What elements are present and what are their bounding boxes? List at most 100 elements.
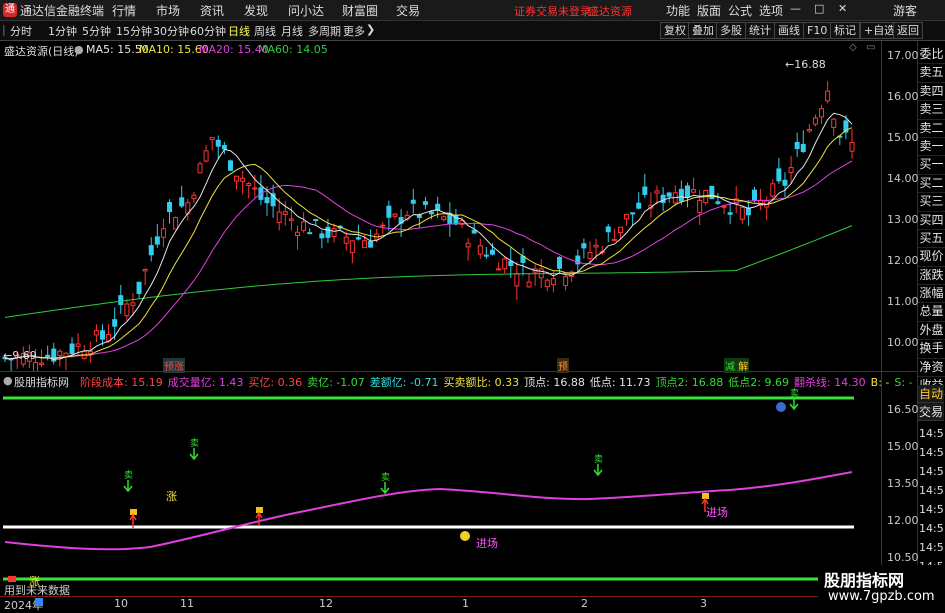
mark-button[interactable]: 标记 — [830, 22, 860, 39]
side-tab-item[interactable]: 换手 — [918, 340, 945, 359]
side-tab-item[interactable]: 涨跌 — [918, 267, 945, 286]
tab-multi-period[interactable]: 多周期 — [308, 23, 341, 39]
y-tick-16: 16.00 — [887, 90, 919, 103]
event-marker-2[interactable]: 预 — [557, 358, 569, 373]
menu-wealth[interactable]: 财富圈 — [342, 2, 378, 19]
candle-body — [160, 228, 166, 238]
sad-face-icon — [776, 402, 786, 412]
candle-body — [307, 232, 313, 235]
tab-30min[interactable]: 30分钟 — [153, 23, 189, 39]
candle-body — [368, 241, 374, 248]
candle-body — [179, 197, 185, 207]
event-marker-3[interactable]: 减 解 — [724, 358, 750, 373]
candle-body — [617, 226, 623, 234]
candle-body — [154, 236, 160, 245]
candle-body — [87, 350, 93, 354]
tick-time-item: 14:5 — [919, 446, 944, 459]
tab-15min[interactable]: 15分钟 — [116, 23, 152, 39]
tab-1min[interactable]: 1分钟 — [48, 23, 77, 39]
menu-news[interactable]: 资讯 — [200, 2, 224, 19]
menu-market[interactable]: 市场 — [156, 2, 180, 19]
candle-body — [550, 278, 556, 286]
maximize-button[interactable]: □ — [814, 2, 824, 15]
side-tab-item[interactable]: 现价 — [918, 248, 945, 267]
side-tab-item[interactable]: 净资 — [918, 359, 945, 378]
candle-body — [392, 213, 398, 217]
menu-discover[interactable]: 发现 — [244, 2, 268, 19]
x-label-1: 1 — [462, 597, 469, 610]
up-arrow-icon — [255, 511, 263, 526]
candle-body — [118, 295, 124, 306]
candle-body — [99, 330, 105, 340]
menu-ask[interactable]: 问小达 — [288, 2, 324, 19]
side-tab-item[interactable]: 买三 — [918, 193, 945, 212]
tick-time-item: 14:5 — [919, 465, 944, 478]
side-tab-item[interactable]: 买二 — [918, 175, 945, 194]
menu-function[interactable]: 功能 — [666, 2, 690, 19]
side-tab-item[interactable]: 涨幅 — [918, 285, 945, 304]
candle-body — [75, 343, 81, 347]
side-tab-item[interactable]: 卖四 — [918, 83, 945, 102]
close-button[interactable]: ✕ — [838, 2, 847, 15]
down-arrow-icon — [123, 480, 133, 493]
candle-body — [264, 197, 270, 204]
draw-line-button[interactable]: 画线 — [774, 22, 804, 39]
smile-face-icon — [460, 531, 470, 541]
candle-body — [636, 202, 642, 209]
indicator-chart[interactable]: 卖卖卖卖卖 — [0, 372, 882, 596]
minimize-button[interactable]: — — [790, 2, 801, 15]
side-tab-item[interactable]: 卖一 — [918, 138, 945, 157]
menu-options[interactable]: 选项 — [759, 2, 783, 19]
side-tab-trade[interactable]: 交易 — [918, 403, 944, 421]
title-bar: 通 通达信金融终端 行情 市场 资讯 发现 问小达 财富圈 交易 证券交易未登录… — [0, 0, 945, 21]
tab-60min[interactable]: 60分钟 — [190, 23, 226, 39]
tab-weekly[interactable]: 周线 — [254, 23, 276, 39]
side-tab-item[interactable]: 买四 — [918, 212, 945, 230]
menu-layout[interactable]: 版面 — [697, 2, 721, 19]
tab-more[interactable]: 更多 — [343, 23, 365, 39]
side-tab-item[interactable]: 卖二 — [918, 120, 945, 138]
menu-quotes[interactable]: 行情 — [112, 2, 136, 19]
tab-5min[interactable]: 5分钟 — [82, 23, 111, 39]
candle-body — [788, 167, 794, 174]
back-button[interactable]: 返回 — [893, 22, 923, 39]
tab-monthly[interactable]: 月线 — [281, 23, 303, 39]
restore-rights-button[interactable]: 复权 — [660, 22, 690, 39]
candle-body — [660, 194, 666, 204]
statistics-button[interactable]: 统计 — [745, 22, 775, 39]
watermark-badge: 股朋指标网 www.7gpzb.com — [818, 565, 945, 609]
future-data-note: 用到未来数据 — [4, 584, 70, 597]
more-chevron-icon[interactable]: ❯ — [366, 23, 375, 36]
event-marker-1[interactable]: 预涨 — [163, 358, 185, 373]
guest-label[interactable]: 游客 — [893, 2, 917, 19]
menu-formula[interactable]: 公式 — [728, 2, 752, 19]
side-tab-item[interactable]: 卖五 — [918, 64, 945, 83]
candlestick-chart[interactable] — [0, 41, 882, 371]
y-tick-13: 13.00 — [887, 213, 919, 226]
side-tab-item[interactable]: 买五 — [918, 230, 945, 249]
side-tab-item[interactable]: 外盘 — [918, 322, 945, 341]
candle-body — [349, 240, 355, 254]
side-tab-item[interactable]: 买一 — [918, 156, 945, 175]
x-label-12: 12 — [319, 597, 333, 610]
x-axis-line — [0, 596, 945, 597]
overlay-button[interactable]: 叠加 — [688, 22, 718, 39]
buy-signal-icon — [702, 493, 709, 499]
scroll-handle-icon[interactable] — [35, 598, 43, 606]
app-title: 通达信金融终端 — [20, 4, 105, 18]
candle-body — [819, 108, 825, 118]
f10-button[interactable]: F10 — [803, 22, 832, 39]
side-tab-auto[interactable]: 自动 — [918, 385, 944, 403]
candle-body — [721, 205, 727, 208]
side-tab-item[interactable]: 委比 — [918, 46, 945, 65]
menu-trade[interactable]: 交易 — [396, 2, 420, 19]
candle-body — [422, 201, 428, 205]
tab-intraday[interactable]: 分时 — [10, 23, 32, 39]
multi-stock-button[interactable]: 多股 — [716, 22, 746, 39]
ind-y-tick-1500: 15.00 — [887, 440, 919, 453]
candle-body — [325, 226, 331, 238]
login-warning[interactable]: 证券交易未登录 — [514, 3, 591, 19]
side-tab-item[interactable]: 总量 — [918, 303, 945, 322]
side-tab-item[interactable]: 卖三 — [918, 101, 945, 120]
tab-daily[interactable]: 日线 — [228, 23, 250, 39]
